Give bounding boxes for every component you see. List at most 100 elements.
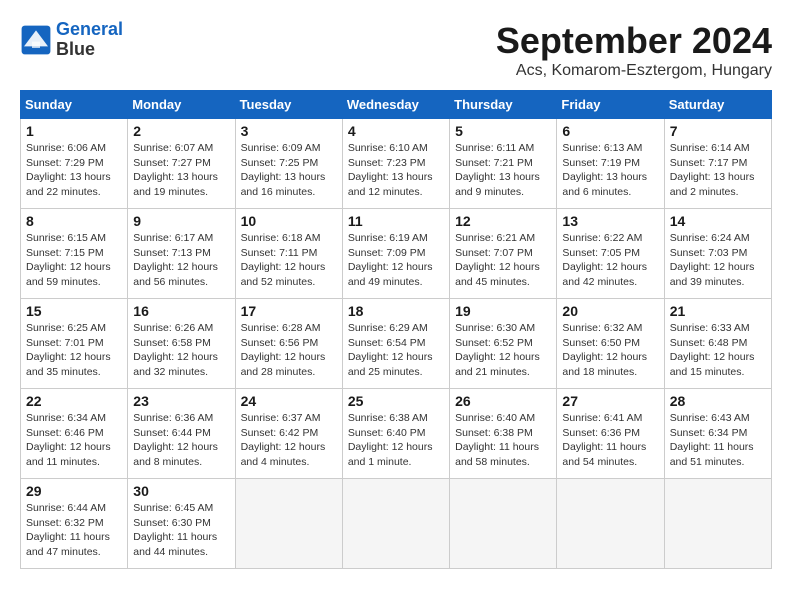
calendar-cell: 1 Sunrise: 6:06 AMSunset: 7:29 PMDaylight… (21, 119, 128, 209)
day-number: 6 (562, 123, 658, 139)
day-info: Sunrise: 6:33 AMSunset: 6:48 PMDaylight:… (670, 321, 766, 380)
day-info: Sunrise: 6:41 AMSunset: 6:36 PMDaylight:… (562, 411, 658, 470)
day-info: Sunrise: 6:28 AMSunset: 6:56 PMDaylight:… (241, 321, 337, 380)
calendar-cell: 23Sunrise: 6:36 AMSunset: 6:44 PMDayligh… (128, 389, 235, 479)
day-number: 28 (670, 393, 766, 409)
day-number: 22 (26, 393, 122, 409)
day-number: 23 (133, 393, 229, 409)
day-number: 1 (26, 123, 122, 139)
calendar-cell: 26 Sunrise: 6:40 AMSunset: 6:38 PMDayligh… (450, 389, 557, 479)
calendar-cell (342, 479, 449, 569)
calendar-cell: 5 Sunrise: 6:11 AMSunset: 7:21 PMDaylight… (450, 119, 557, 209)
weekday-header-saturday: Saturday (664, 91, 771, 119)
calendar-cell: 16Sunrise: 6:26 AMSunset: 6:58 PMDayligh… (128, 299, 235, 389)
day-info: Sunrise: 6:44 AMSunset: 6:32 PMDaylight:… (26, 501, 122, 560)
calendar-cell: 19Sunrise: 6:30 AMSunset: 6:52 PMDayligh… (450, 299, 557, 389)
logo-text: GeneralBlue (56, 20, 123, 60)
day-info: Sunrise: 6:17 AMSunset: 7:13 PMDaylight:… (133, 231, 229, 290)
calendar-cell: 29 Sunrise: 6:44 AMSunset: 6:32 PMDayligh… (21, 479, 128, 569)
title-block: September 2024 Acs, Komarom-Esztergom, H… (496, 20, 772, 80)
day-number: 10 (241, 213, 337, 229)
day-info: Sunrise: 6:29 AMSunset: 6:54 PMDaylight:… (348, 321, 444, 380)
location-subtitle: Acs, Komarom-Esztergom, Hungary (496, 62, 772, 80)
calendar-cell: 22 Sunrise: 6:34 AMSunset: 6:46 PMDayligh… (21, 389, 128, 479)
day-number: 27 (562, 393, 658, 409)
logo: GeneralBlue (20, 20, 123, 60)
day-number: 29 (26, 483, 122, 499)
day-number: 24 (241, 393, 337, 409)
weekday-header-sunday: Sunday (21, 91, 128, 119)
day-info: Sunrise: 6:06 AMSunset: 7:29 PMDaylight:… (26, 141, 122, 200)
day-number: 2 (133, 123, 229, 139)
day-info: Sunrise: 6:07 AMSunset: 7:27 PMDaylight:… (133, 141, 229, 200)
calendar-table: SundayMondayTuesdayWednesdayThursdayFrid… (20, 90, 772, 569)
day-number: 12 (455, 213, 551, 229)
calendar-cell: 7 Sunrise: 6:14 AMSunset: 7:17 PMDaylight… (664, 119, 771, 209)
day-info: Sunrise: 6:22 AMSunset: 7:05 PMDaylight:… (562, 231, 658, 290)
calendar-cell (235, 479, 342, 569)
day-info: Sunrise: 6:34 AMSunset: 6:46 PMDaylight:… (26, 411, 122, 470)
day-number: 25 (348, 393, 444, 409)
calendar-cell: 11 Sunrise: 6:19 AMSunset: 7:09 PMDayligh… (342, 209, 449, 299)
calendar-cell: 2 Sunrise: 6:07 AMSunset: 7:27 PMDaylight… (128, 119, 235, 209)
day-number: 17 (241, 303, 337, 319)
day-info: Sunrise: 6:09 AMSunset: 7:25 PMDaylight:… (241, 141, 337, 200)
day-number: 4 (348, 123, 444, 139)
logo-icon (20, 24, 52, 56)
calendar-cell: 18 Sunrise: 6:29 AMSunset: 6:54 PMDayligh… (342, 299, 449, 389)
day-number: 11 (348, 213, 444, 229)
calendar-cell: 25 Sunrise: 6:38 AMSunset: 6:40 PMDayligh… (342, 389, 449, 479)
day-info: Sunrise: 6:19 AMSunset: 7:09 PMDaylight:… (348, 231, 444, 290)
calendar-cell (664, 479, 771, 569)
weekday-header-wednesday: Wednesday (342, 91, 449, 119)
day-number: 9 (133, 213, 229, 229)
calendar-cell: 28Sunrise: 6:43 AMSunset: 6:34 PMDayligh… (664, 389, 771, 479)
day-number: 14 (670, 213, 766, 229)
day-number: 3 (241, 123, 337, 139)
calendar-cell: 15Sunrise: 6:25 AMSunset: 7:01 PMDayligh… (21, 299, 128, 389)
day-number: 18 (348, 303, 444, 319)
calendar-week-row: 8 Sunrise: 6:15 AMSunset: 7:15 PMDaylight… (21, 209, 772, 299)
calendar-cell (557, 479, 664, 569)
calendar-week-row: 1 Sunrise: 6:06 AMSunset: 7:29 PMDaylight… (21, 119, 772, 209)
calendar-cell: 3 Sunrise: 6:09 AMSunset: 7:25 PMDaylight… (235, 119, 342, 209)
day-number: 15 (26, 303, 122, 319)
weekday-header-tuesday: Tuesday (235, 91, 342, 119)
weekday-header-thursday: Thursday (450, 91, 557, 119)
day-number: 5 (455, 123, 551, 139)
calendar-cell: 4Sunrise: 6:10 AMSunset: 7:23 PMDaylight… (342, 119, 449, 209)
day-info: Sunrise: 6:38 AMSunset: 6:40 PMDaylight:… (348, 411, 444, 470)
day-info: Sunrise: 6:11 AMSunset: 7:21 PMDaylight:… (455, 141, 551, 200)
calendar-cell: 10 Sunrise: 6:18 AMSunset: 7:11 PMDayligh… (235, 209, 342, 299)
day-info: Sunrise: 6:15 AMSunset: 7:15 PMDaylight:… (26, 231, 122, 290)
calendar-cell: 13Sunrise: 6:22 AMSunset: 7:05 PMDayligh… (557, 209, 664, 299)
calendar-cell (450, 479, 557, 569)
calendar-cell: 27 Sunrise: 6:41 AMSunset: 6:36 PMDayligh… (557, 389, 664, 479)
day-number: 16 (133, 303, 229, 319)
calendar-cell: 12Sunrise: 6:21 AMSunset: 7:07 PMDayligh… (450, 209, 557, 299)
day-number: 26 (455, 393, 551, 409)
day-number: 7 (670, 123, 766, 139)
day-info: Sunrise: 6:40 AMSunset: 6:38 PMDaylight:… (455, 411, 551, 470)
day-number: 19 (455, 303, 551, 319)
day-number: 30 (133, 483, 229, 499)
day-number: 20 (562, 303, 658, 319)
day-info: Sunrise: 6:45 AMSunset: 6:30 PMDaylight:… (133, 501, 229, 560)
calendar-cell: 21 Sunrise: 6:33 AMSunset: 6:48 PMDayligh… (664, 299, 771, 389)
calendar-cell: 9 Sunrise: 6:17 AMSunset: 7:13 PMDaylight… (128, 209, 235, 299)
calendar-cell: 8 Sunrise: 6:15 AMSunset: 7:15 PMDaylight… (21, 209, 128, 299)
calendar-cell: 6Sunrise: 6:13 AMSunset: 7:19 PMDaylight… (557, 119, 664, 209)
calendar-cell: 17 Sunrise: 6:28 AMSunset: 6:56 PMDayligh… (235, 299, 342, 389)
day-number: 21 (670, 303, 766, 319)
calendar-cell: 30 Sunrise: 6:45 AMSunset: 6:30 PMDayligh… (128, 479, 235, 569)
month-title: September 2024 (496, 20, 772, 62)
calendar-week-row: 22 Sunrise: 6:34 AMSunset: 6:46 PMDayligh… (21, 389, 772, 479)
calendar-header-row: SundayMondayTuesdayWednesdayThursdayFrid… (21, 91, 772, 119)
day-number: 8 (26, 213, 122, 229)
page-header: GeneralBlue September 2024 Acs, Komarom-… (20, 20, 772, 80)
day-info: Sunrise: 6:32 AMSunset: 6:50 PMDaylight:… (562, 321, 658, 380)
calendar-cell: 20 Sunrise: 6:32 AMSunset: 6:50 PMDayligh… (557, 299, 664, 389)
calendar-cell: 24Sunrise: 6:37 AMSunset: 6:42 PMDayligh… (235, 389, 342, 479)
day-info: Sunrise: 6:14 AMSunset: 7:17 PMDaylight:… (670, 141, 766, 200)
day-info: Sunrise: 6:18 AMSunset: 7:11 PMDaylight:… (241, 231, 337, 290)
